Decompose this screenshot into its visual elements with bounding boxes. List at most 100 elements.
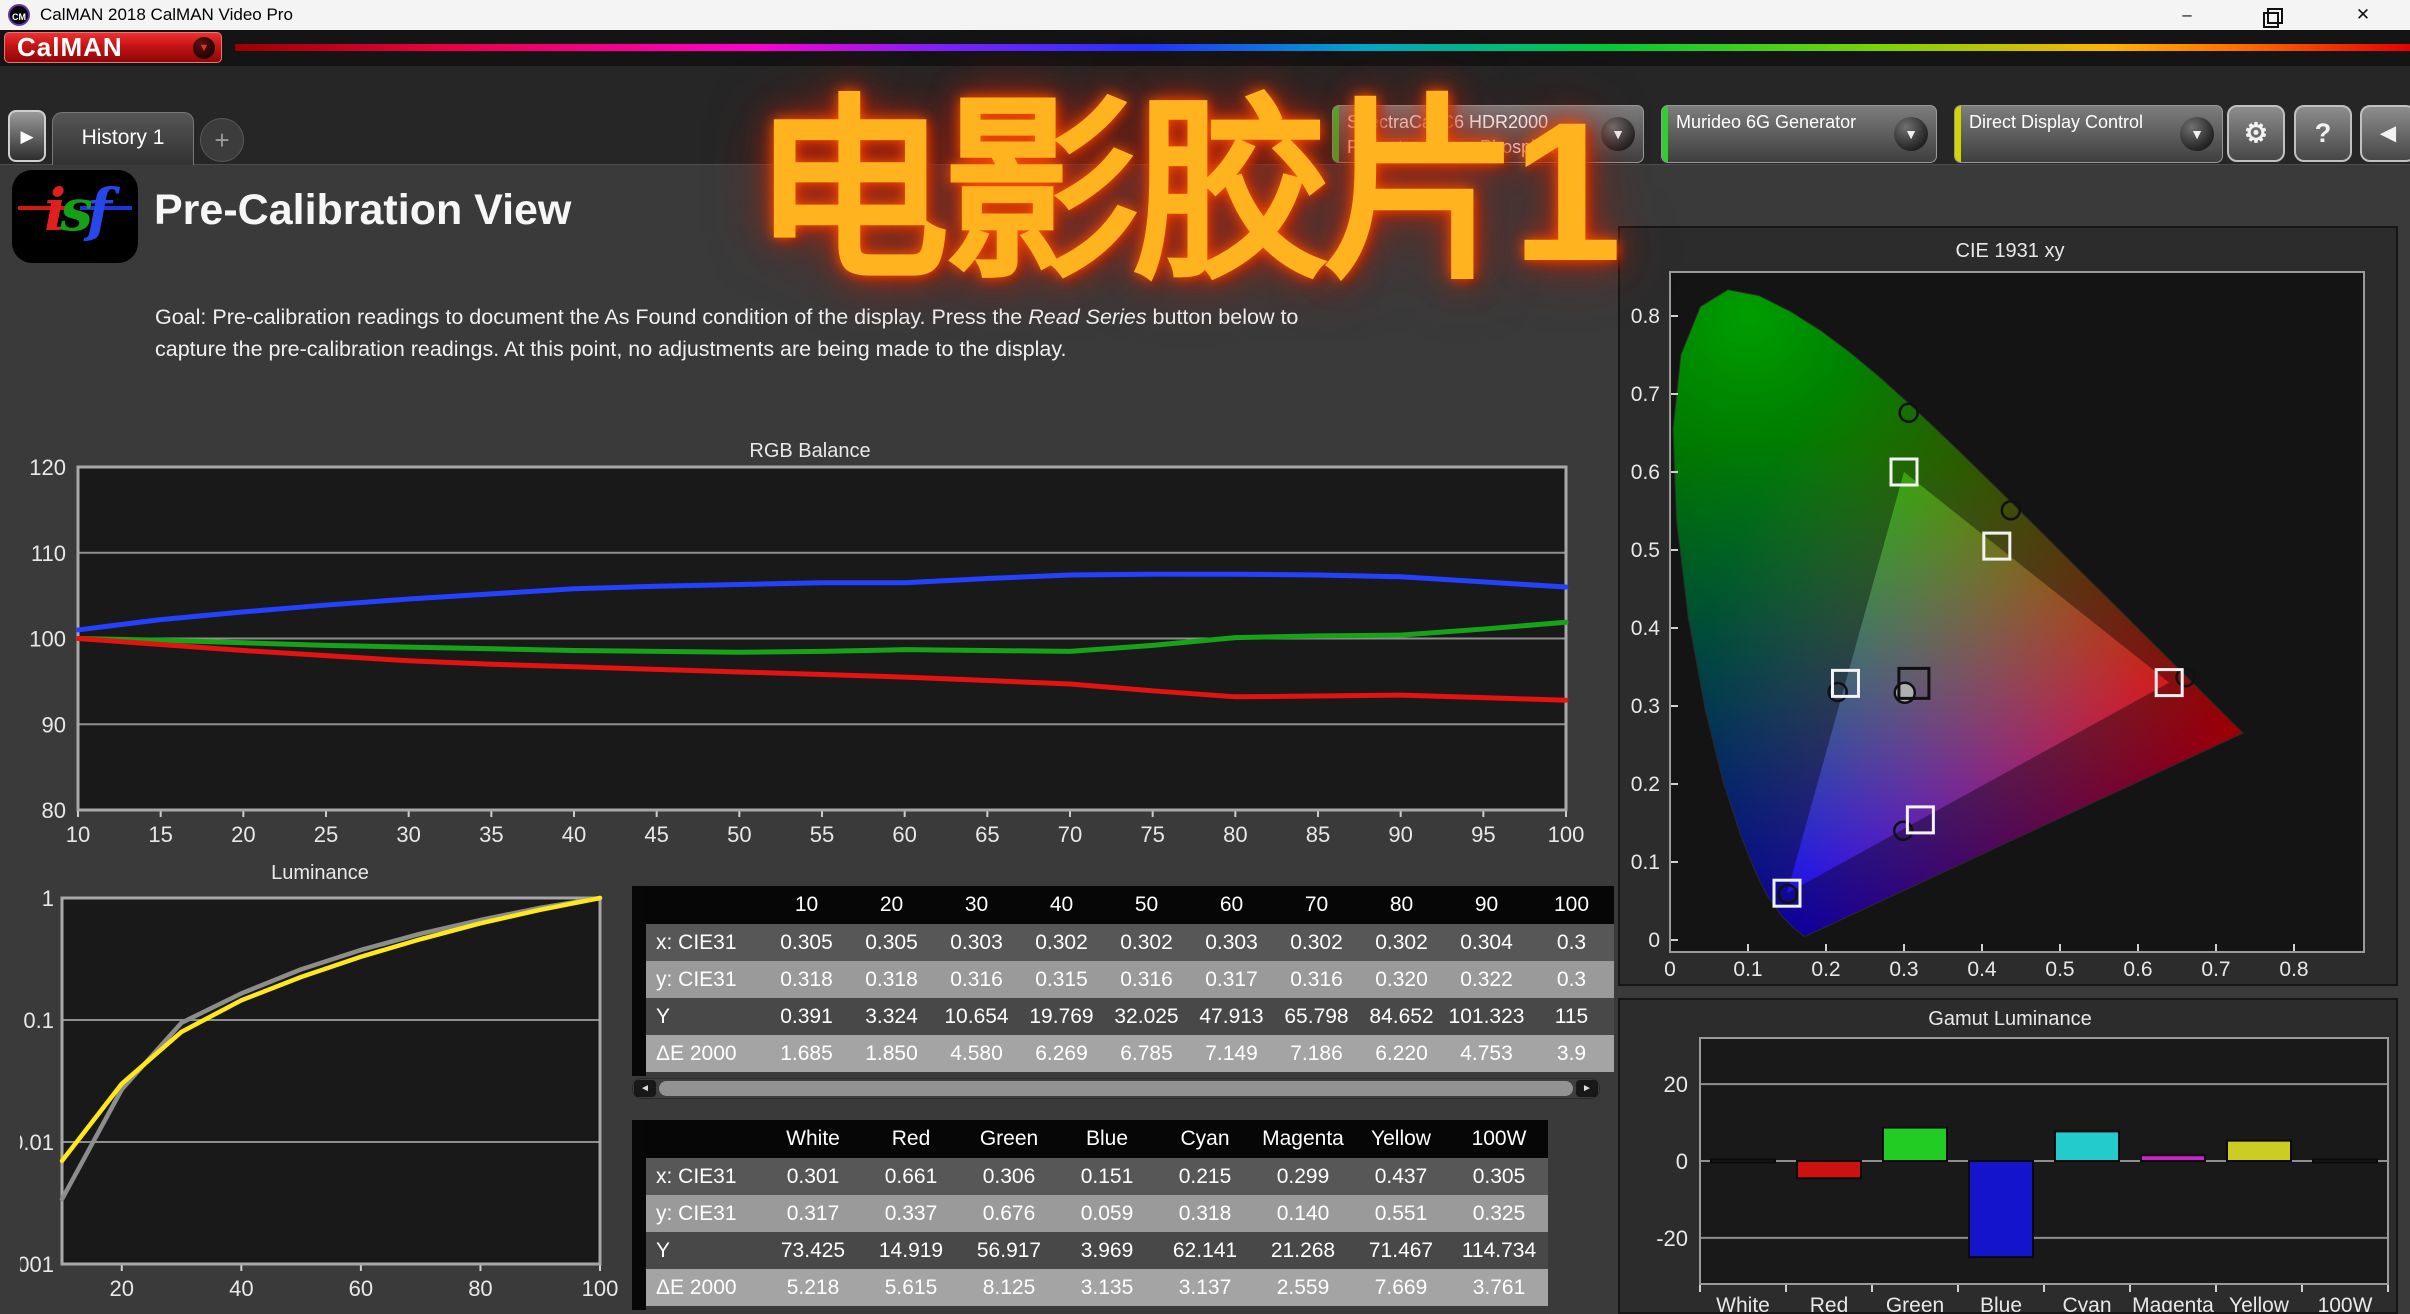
table-cell: 0.3 (1556, 967, 1587, 991)
column-header (646, 1120, 764, 1158)
axis-label: 0.5 (2045, 958, 2074, 981)
axis-label: 30 (396, 822, 420, 845)
minimize-button[interactable]: – (2159, 0, 2215, 30)
table-cell: 0.140 (1276, 1201, 1330, 1225)
logo-bar: CalMAN ▼ (0, 30, 2410, 66)
add-tab-button[interactable]: + (200, 118, 244, 162)
luminance-chart: 1 0.1 0.01 0.001 20 40 60 80 100 (20, 886, 618, 1301)
axis-label: 65 (975, 822, 999, 845)
display-control-dropdown[interactable]: Direct Display Control ▼ (1954, 105, 2223, 163)
axis-label: 40 (562, 822, 586, 845)
table-cell: 47.913 (1199, 1004, 1264, 1028)
axis-label: Green (1886, 1294, 1944, 1312)
table-cell: 114.734 (1461, 1238, 1537, 1262)
table-cell: 0.304 (1460, 930, 1513, 954)
settings-button[interactable]: ⚙ (2227, 105, 2285, 162)
help-button[interactable]: ? (2294, 105, 2352, 162)
table-header-row: White Red Green Blue Cyan Magenta Yellow 100W (646, 1120, 1548, 1158)
title-bar: CM CalMAN 2018 CalMAN Video Pro – ✕ (0, 0, 2410, 30)
gear-icon: ⚙ (2243, 118, 2269, 148)
axis-label: 0.7 (1631, 383, 1660, 406)
table-cell: 0.303 (950, 930, 1003, 954)
bar-blue (1968, 1160, 2034, 1259)
axis-label: 0.2 (1631, 773, 1660, 796)
axis-label: 100W (2318, 1294, 2373, 1312)
axis-label: 20 (110, 1276, 134, 1301)
axis-label: 0.001 (20, 1252, 54, 1277)
column-header: 50 (1104, 886, 1189, 924)
column-header: 100W (1450, 1120, 1548, 1158)
table-cell: 10.654 (944, 1004, 1009, 1028)
table-cell: 0.676 (982, 1201, 1036, 1225)
table-cell: 3.324 (865, 1004, 918, 1028)
row-label: x: CIE31 (656, 1164, 737, 1188)
table-row: ΔE 2000 1.685 1.850 4.580 6.269 6.785 7.149 7.1… (646, 1035, 1614, 1072)
axis-label: 0.4 (1967, 958, 1997, 981)
gamut-luminance-chart: 20 0 -20 White Red Green Blue Cyan Magenta Yellow… (1656, 1037, 2389, 1312)
axis-label: 0.01 (20, 1130, 54, 1155)
row-label: Y (656, 1238, 671, 1262)
table-cell: 0.391 (780, 1004, 833, 1028)
axis-label: 0.3 (1631, 695, 1660, 718)
restore-icon-back (2267, 8, 2283, 24)
axis-label: 80 (1223, 822, 1247, 845)
axis-label: 0.7 (2201, 958, 2230, 981)
table-cell: 0.302 (1375, 930, 1428, 954)
table-cell: 0.302 (1035, 930, 1088, 954)
column-header: Cyan (1156, 1120, 1254, 1158)
table-cell: 8.125 (982, 1275, 1036, 1299)
column-header: 20 (849, 886, 934, 924)
axis-label: 0 (1676, 1149, 1688, 1174)
collapse-panel-button[interactable]: ◄ (2360, 105, 2410, 162)
chevron-down-icon: ▼ (2180, 117, 2214, 151)
page-title: Pre-Calibration View (154, 186, 572, 234)
source-status-indicator (1662, 106, 1668, 162)
axis-label: 110 (31, 541, 66, 566)
restore-button[interactable] (2245, 0, 2301, 30)
table-cell: 0.551 (1374, 1201, 1428, 1225)
scrollbar-thumb[interactable] (659, 1081, 1573, 1096)
scroll-right-icon[interactable]: ► (1576, 1080, 1598, 1097)
close-button[interactable]: ✕ (2335, 0, 2391, 30)
table-cell: 65.798 (1284, 1004, 1349, 1028)
column-header: 10 (764, 886, 849, 924)
source-label: Murideo 6G Generator (1676, 112, 1857, 132)
bar-100w (2312, 1158, 2378, 1164)
greyscale-table-scrollbar[interactable]: ◄ ► (632, 1078, 1600, 1099)
row-label: ΔE 2000 (656, 1041, 737, 1065)
bar-yellow (2226, 1139, 2292, 1163)
axis-label: 75 (1140, 822, 1164, 845)
axis-label: 85 (1306, 822, 1330, 845)
bar-cyan (2054, 1130, 2120, 1162)
source-dropdown[interactable]: Murideo 6G Generator ▼ (1661, 105, 1937, 163)
calman-menu-button[interactable]: CalMAN ▼ (4, 32, 222, 63)
table-cell: 0.437 (1374, 1164, 1428, 1188)
window-title: CalMAN 2018 CalMAN Video Pro (40, 5, 293, 24)
axis-label: 20 (1664, 1072, 1688, 1097)
tab-history-1[interactable]: History 1 (52, 112, 194, 165)
table-cell: 0.303 (1205, 930, 1258, 954)
table-cell: 6.785 (1120, 1041, 1173, 1065)
bar-white (1710, 1158, 1776, 1164)
table-cell: 6.220 (1375, 1041, 1428, 1065)
cie-title: CIE 1931 xy (1955, 240, 2065, 262)
bar-magenta (2140, 1154, 2206, 1162)
column-header: 30 (934, 886, 1019, 924)
table-cell: 0.302 (1120, 930, 1173, 954)
table-cell: 4.580 (950, 1041, 1003, 1065)
table-cell: 3.135 (1080, 1275, 1134, 1299)
table-row: ΔE 2000 5.218 5.615 8.125 3.135 3.137 2.559 7.6… (646, 1269, 1548, 1306)
scroll-left-icon[interactable]: ◄ (634, 1080, 656, 1097)
help-icon: ? (2314, 118, 2332, 148)
greyscale-table: 10 20 30 40 50 60 70 80 90 100 x: CIE31 0.305 0.305 0… (632, 886, 1614, 1076)
table-cell: 14.919 (878, 1238, 944, 1262)
axis-label: 0.6 (1631, 461, 1660, 484)
read-series-play-button[interactable]: ▶ (8, 110, 46, 162)
axis-label: Red (1810, 1294, 1849, 1312)
column-header: 70 (1274, 886, 1359, 924)
table-cell: 21.268 (1270, 1238, 1336, 1262)
row-label: Y (656, 1004, 671, 1028)
table-cell: 3.969 (1080, 1238, 1134, 1262)
table-cell: 0.305 (1472, 1164, 1526, 1188)
axis-label: 80 (42, 798, 66, 823)
